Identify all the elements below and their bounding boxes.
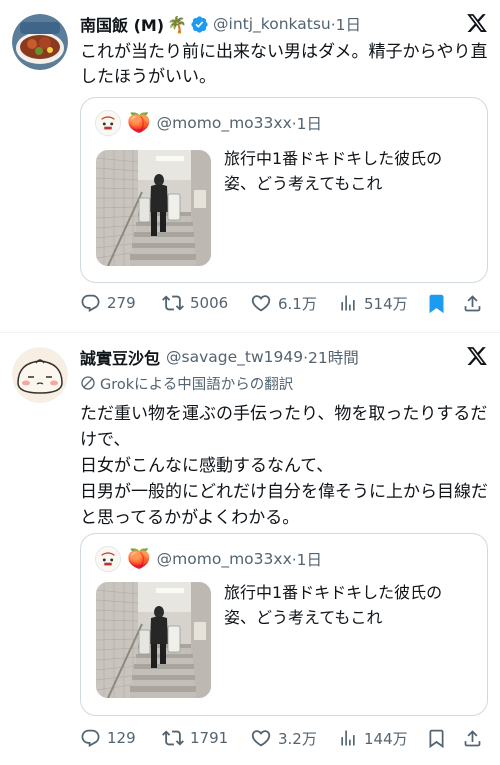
like-count: 3.2万 xyxy=(278,729,317,748)
reply-icon xyxy=(80,728,101,749)
retweet-icon xyxy=(162,727,184,749)
reply-count: 129 xyxy=(107,729,136,747)
quoted-tweet-header: 🍑 @momo_mo33xx ·1日 xyxy=(95,110,322,136)
reply-icon xyxy=(80,293,101,314)
bookmark-button[interactable] xyxy=(426,291,453,315)
tweet[interactable]: 誠實豆沙包 @savage_tw1949 ·21時間 Grokによる中国語からの… xyxy=(0,333,500,765)
avatar[interactable] xyxy=(12,347,68,403)
retweet-button[interactable]: 1791 xyxy=(162,726,228,750)
quoted-timestamp[interactable]: ·1日 xyxy=(292,548,322,570)
author-name[interactable]: 誠實豆沙包 xyxy=(80,345,160,369)
views-icon xyxy=(338,728,358,748)
peach-emoji: 🍑 xyxy=(127,548,151,570)
quoted-tweet[interactable]: 🍑 @momo_mo33xx ·1日 旅行中1番ドキドキした彼氏の姿、どう考えて… xyxy=(80,533,488,716)
translation-label: Grokによる中国語からの翻訳 xyxy=(100,376,294,393)
stairs-photo-image xyxy=(96,582,211,698)
retweet-count: 5006 xyxy=(190,294,229,312)
timestamp[interactable]: ·21時間 xyxy=(303,346,359,368)
reply-button[interactable]: 129 xyxy=(80,726,136,750)
avatar[interactable] xyxy=(12,14,68,70)
quoted-tweet[interactable]: 🍑 @momo_mo33xx ·1日 旅行中1番ドキドキした彼氏の姿、どう考えて… xyxy=(80,97,488,283)
bookmark-button[interactable] xyxy=(426,726,453,750)
like-icon xyxy=(250,727,272,749)
action-bar: 279 5006 6.1万 514万 xyxy=(80,291,488,315)
avatar[interactable] xyxy=(95,546,121,572)
tweet-text: ただ重い物を運ぶの手伝ったり、物を取ったりするだけで、 日女がこんなに感動するな… xyxy=(80,404,488,528)
momo-avatar-icon xyxy=(96,547,120,571)
food-avatar-icon xyxy=(12,14,68,70)
timestamp[interactable]: ·1日 xyxy=(331,13,361,35)
retweet-count: 1791 xyxy=(190,729,229,747)
quoted-photo[interactable] xyxy=(96,582,211,698)
x-logo-icon xyxy=(466,12,488,34)
verified-badge-icon xyxy=(191,15,208,33)
tweet-header: 誠實豆沙包 @savage_tw1949 ·21時間 xyxy=(80,345,486,369)
retweet-button[interactable]: 5006 xyxy=(162,291,228,315)
quoted-text: 旅行中1番ドキドキした彼氏の姿、どう考えてもこれ xyxy=(224,583,443,627)
reply-count: 279 xyxy=(107,294,136,312)
views-count: 514万 xyxy=(364,294,408,313)
quoted-text: 旅行中1番ドキドキした彼氏の姿、どう考えてもこれ xyxy=(224,149,443,193)
tweet-header: 南国飯 (M) 🌴 @intj_konkatsu ·1日 xyxy=(80,12,486,36)
author-handle[interactable]: @intj_konkatsu xyxy=(213,15,331,33)
reply-button[interactable]: 279 xyxy=(80,291,136,315)
like-button[interactable]: 6.1万 xyxy=(250,291,317,315)
views-icon xyxy=(338,293,358,313)
retweet-icon xyxy=(162,292,184,314)
quoted-timestamp[interactable]: ·1日 xyxy=(292,112,322,134)
stairs-photo-image xyxy=(96,150,211,266)
quoted-tweet-header: 🍑 @momo_mo33xx ·1日 xyxy=(95,546,322,572)
views-count: 144万 xyxy=(364,729,408,748)
views-button[interactable]: 144万 xyxy=(338,726,408,750)
quoted-handle[interactable]: @momo_mo33xx xyxy=(157,114,292,132)
quoted-photo[interactable] xyxy=(96,150,211,266)
views-button[interactable]: 514万 xyxy=(338,291,408,315)
bookmark-filled-icon xyxy=(426,293,447,314)
grok-translate-icon xyxy=(81,376,95,390)
momo-avatar-icon xyxy=(96,111,120,135)
like-button[interactable]: 3.2万 xyxy=(250,726,317,750)
action-bar: 129 1791 3.2万 144万 xyxy=(80,726,488,750)
peach-emoji: 🍑 xyxy=(127,112,151,134)
author-name[interactable]: 南国飯 (M) xyxy=(80,12,164,36)
x-logo-icon xyxy=(466,345,488,367)
share-button[interactable] xyxy=(462,726,489,750)
avatar[interactable] xyxy=(95,110,121,136)
tweet-text: これが当たり前に出来ない男はダメ。精子からやり直したほうがいい。 xyxy=(80,42,488,87)
tweet[interactable]: 南国飯 (M) 🌴 @intj_konkatsu ·1日 これが当たり前に出来な… xyxy=(0,0,500,333)
bookmark-icon xyxy=(426,728,447,749)
author-emoji: 🌴 xyxy=(167,14,188,34)
bun-avatar-icon xyxy=(12,347,68,403)
translation-note[interactable]: Grokによる中国語からの翻訳 xyxy=(80,373,293,393)
quoted-handle[interactable]: @momo_mo33xx xyxy=(157,550,292,568)
like-icon xyxy=(250,292,272,314)
share-icon xyxy=(462,728,483,749)
author-handle[interactable]: @savage_tw1949 xyxy=(166,348,303,366)
share-button[interactable] xyxy=(462,291,489,315)
like-count: 6.1万 xyxy=(278,294,317,313)
share-icon xyxy=(462,293,483,314)
